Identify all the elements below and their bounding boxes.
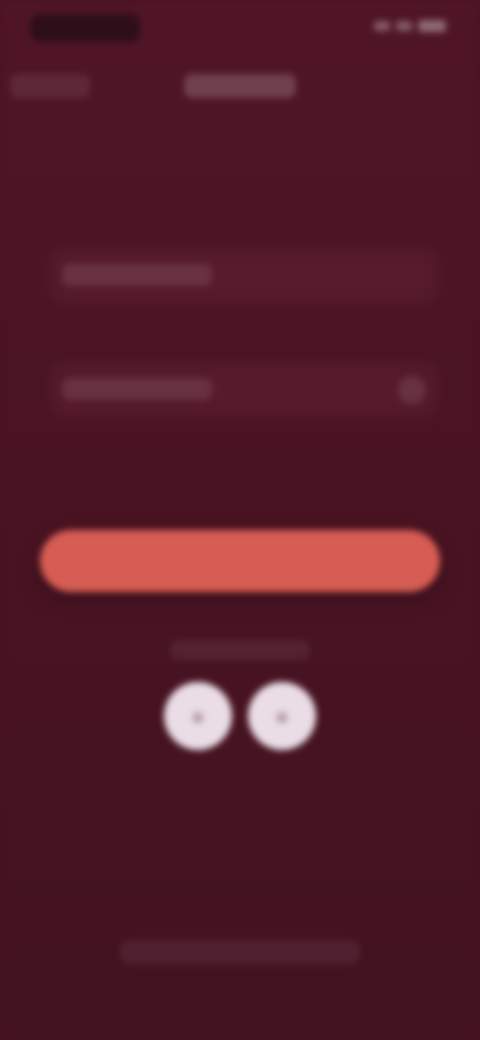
tab-left[interactable] bbox=[10, 74, 90, 98]
signal-icon bbox=[374, 21, 390, 31]
status-icons bbox=[374, 20, 446, 32]
provider-two-icon: ● bbox=[274, 701, 290, 731]
username-field[interactable] bbox=[48, 246, 440, 306]
status-bar bbox=[0, 0, 480, 56]
password-field[interactable] bbox=[48, 360, 440, 420]
provider-one-button[interactable]: ● bbox=[164, 682, 232, 750]
provider-one-icon: ● bbox=[190, 701, 206, 731]
wifi-icon bbox=[396, 21, 412, 31]
status-time-text bbox=[30, 14, 140, 42]
top-tabs bbox=[0, 64, 480, 108]
eye-icon[interactable] bbox=[398, 376, 426, 404]
alternate-login-label bbox=[170, 640, 310, 660]
footer-text[interactable] bbox=[120, 940, 360, 964]
login-button[interactable] bbox=[40, 530, 440, 592]
username-placeholder bbox=[62, 264, 212, 286]
provider-two-button[interactable]: ● bbox=[248, 682, 316, 750]
login-screen: ● ● bbox=[0, 0, 480, 1040]
password-placeholder bbox=[62, 378, 212, 400]
status-time bbox=[30, 14, 140, 42]
battery-icon bbox=[418, 20, 446, 32]
tab-center[interactable] bbox=[184, 74, 296, 98]
login-button-label bbox=[40, 530, 440, 592]
